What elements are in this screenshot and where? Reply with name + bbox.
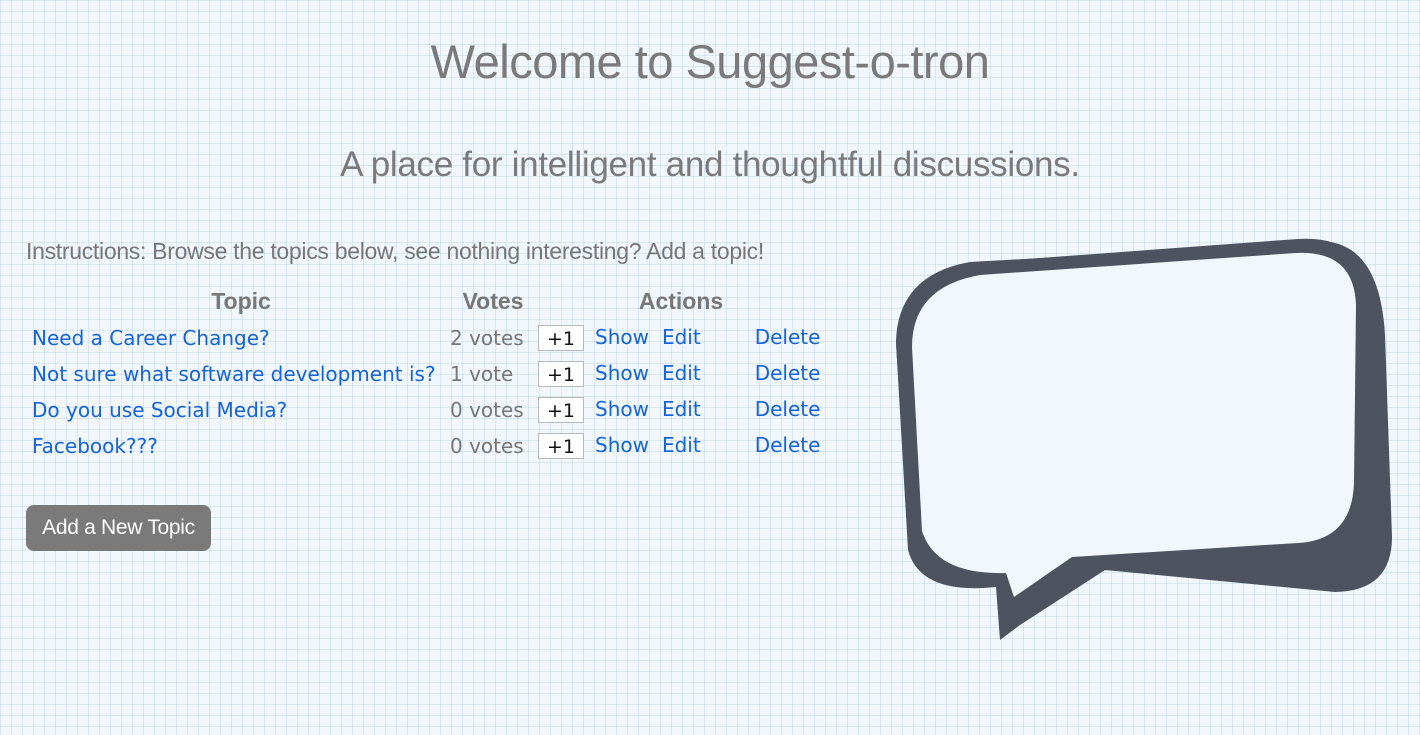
column-header-actions: Actions xyxy=(638,287,724,314)
edit-link[interactable]: Edit xyxy=(662,361,701,385)
topics-table: Topic Votes Actions Need a Career Change… xyxy=(26,282,826,464)
topic-link[interactable]: Do you use Social Media? xyxy=(32,398,287,422)
edit-link[interactable]: Edit xyxy=(662,325,701,349)
page-subtitle: A place for intelligent and thoughtful d… xyxy=(340,145,1080,184)
show-link[interactable]: Show xyxy=(595,433,649,457)
speech-bubble-icon xyxy=(896,238,1392,640)
column-header-topic: Topic xyxy=(211,287,271,314)
vote-count: 1 vote xyxy=(450,362,514,386)
show-link[interactable]: Show xyxy=(595,325,649,349)
delete-link[interactable]: Delete xyxy=(755,361,821,385)
add-new-topic-button[interactable]: Add a New Topic xyxy=(26,505,211,551)
vote-count: 0 votes xyxy=(450,434,524,458)
delete-link[interactable]: Delete xyxy=(755,433,821,457)
table-row: Do you use Social Media? 0 votes +1 Show E… xyxy=(26,392,826,428)
upvote-button[interactable]: +1 xyxy=(538,361,584,388)
show-link[interactable]: Show xyxy=(595,361,649,385)
delete-link[interactable]: Delete xyxy=(755,397,821,421)
show-link[interactable]: Show xyxy=(595,397,649,421)
table-header-row: Topic Votes Actions xyxy=(26,282,826,320)
vote-count: 0 votes xyxy=(450,398,524,422)
table-row: Need a Career Change? 2 votes +1 Show Edit… xyxy=(26,320,826,356)
upvote-button[interactable]: +1 xyxy=(538,433,584,460)
table-row: Not sure what software development is? 1… xyxy=(26,356,826,392)
topic-link[interactable]: Facebook??? xyxy=(32,434,158,458)
page-title: Welcome to Suggest-o-tron xyxy=(430,35,990,88)
topic-link[interactable]: Need a Career Change? xyxy=(32,326,270,350)
edit-link[interactable]: Edit xyxy=(662,397,701,421)
edit-link[interactable]: Edit xyxy=(662,433,701,457)
vote-count: 2 votes xyxy=(450,326,524,350)
topic-link[interactable]: Not sure what software development is? xyxy=(32,362,436,386)
upvote-button[interactable]: +1 xyxy=(538,325,584,352)
table-row: Facebook??? 0 votes +1 Show Edit Delete xyxy=(26,428,826,464)
column-header-votes: Votes xyxy=(462,287,524,314)
delete-link[interactable]: Delete xyxy=(755,325,821,349)
upvote-button[interactable]: +1 xyxy=(538,397,584,424)
instructions-text: Instructions: Browse the topics below, s… xyxy=(26,238,764,264)
